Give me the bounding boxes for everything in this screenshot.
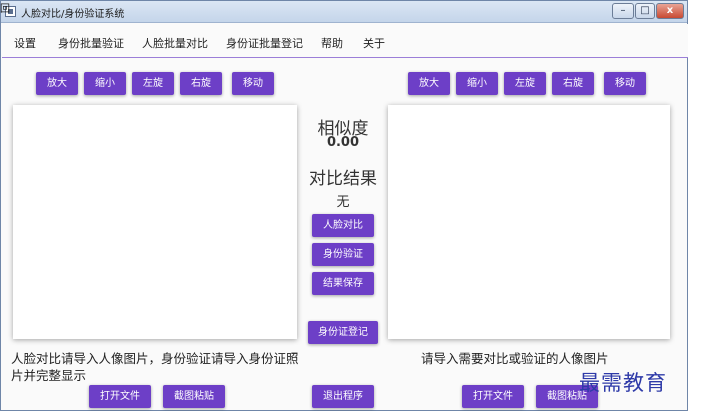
minimize-button[interactable]: – — [612, 3, 634, 19]
right-rotate-right-button[interactable]: 右旋 — [552, 72, 594, 95]
close-button[interactable]: x — [656, 3, 684, 19]
right-hint-text: 请导入需要对比或验证的人像图片 — [421, 351, 609, 366]
left-move-button[interactable]: 移动 — [232, 72, 274, 95]
face-compare-button[interactable]: 人脸对比 — [312, 214, 374, 237]
right-move-button[interactable]: 移动 — [604, 72, 646, 95]
right-zoom-in-button[interactable]: 放大 — [408, 72, 450, 95]
save-result-button[interactable]: 结果保存 — [312, 272, 374, 295]
menu-batch-id-register[interactable]: 身份证批量登记 — [226, 35, 303, 51]
left-image-panel[interactable] — [13, 105, 297, 339]
window-title: 人脸对比/身份验证系统 — [21, 9, 125, 20]
result-value: 无 — [336, 195, 350, 210]
left-rotate-left-button[interactable]: 左旋 — [132, 72, 174, 95]
exit-button[interactable]: 退出程序 — [312, 385, 374, 408]
left-hint-text: 人脸对比请导入人像图片，身份验证请导入身份证照片并完整显示 — [11, 351, 299, 383]
result-label: 对比结果 — [309, 169, 377, 189]
right-rotate-left-button[interactable]: 左旋 — [504, 72, 546, 95]
menu-about[interactable]: 关于 — [363, 35, 385, 51]
left-zoom-in-button[interactable]: 放大 — [36, 72, 78, 95]
watermark-text: 最需教育 — [579, 371, 667, 395]
identity-verify-button[interactable]: 身份验证 — [312, 243, 374, 266]
left-rotate-right-button[interactable]: 右旋 — [180, 72, 222, 95]
right-open-file-button[interactable]: 打开文件 — [462, 385, 524, 408]
left-open-file-button[interactable]: 打开文件 — [89, 385, 151, 408]
similarity-value: 0.00 — [326, 135, 360, 150]
menu-bar: 设置 身份批量验证 人脸批量对比 身份证批量登记 帮助 关于 — [2, 24, 688, 58]
menu-batch-face-compare[interactable]: 人脸批量对比 — [142, 35, 208, 51]
left-paste-screenshot-button[interactable]: 截图粘贴 — [163, 385, 225, 408]
app-window: 人脸对比/身份验证系统 – □ x 设置 身份批量验证 人脸批量对比 身份证批量… — [0, 0, 688, 411]
menu-settings[interactable]: 设置 — [14, 35, 36, 51]
title-bar[interactable]: 人脸对比/身份验证系统 – □ x — [1, 1, 687, 23]
id-register-button[interactable]: 身份证登记 — [308, 321, 378, 344]
right-zoom-out-button[interactable]: 缩小 — [456, 72, 498, 95]
corner-mark: 回 — [0, 4, 10, 15]
right-image-panel[interactable] — [388, 105, 670, 339]
left-zoom-out-button[interactable]: 缩小 — [84, 72, 126, 95]
maximize-button[interactable]: □ — [635, 3, 655, 19]
menu-help[interactable]: 帮助 — [321, 35, 343, 51]
menu-batch-identity-verify[interactable]: 身份批量验证 — [58, 35, 124, 51]
